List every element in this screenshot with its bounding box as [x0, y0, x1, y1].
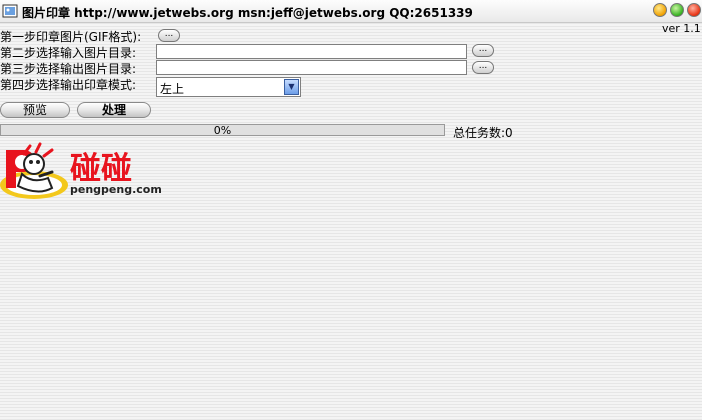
app-icon	[2, 4, 18, 18]
process-button[interactable]: 处理	[77, 102, 151, 118]
progress-bar: 0%	[0, 124, 445, 137]
step1-label: 第一步印章图片(GIF格式):	[0, 30, 142, 44]
minimize-button[interactable]	[653, 3, 667, 17]
stamp-image-browse-button[interactable]: ...	[158, 29, 180, 42]
output-dir-browse-button[interactable]: ...	[472, 61, 494, 74]
logo-chinese-text: 碰碰	[70, 151, 132, 187]
stamp-mode-value: 左上	[160, 82, 185, 96]
chevron-down-icon[interactable]: ▼	[284, 79, 299, 95]
step4-label: 第四步选择输出印章模式:	[0, 78, 137, 92]
version-label: ver 1.1	[662, 22, 701, 35]
step3-label: 第三步选择输出图片目录:	[0, 62, 137, 76]
logo-url-text: pengpeng.com	[70, 183, 162, 196]
input-dir-field[interactable]	[156, 44, 467, 59]
input-dir-browse-button[interactable]: ...	[472, 44, 494, 57]
stamp-mode-select[interactable]: 左上 ▼	[156, 77, 301, 97]
title-bar: 图片印章 http://www.jetwebs.org msn:jeff@jet…	[0, 0, 702, 23]
close-button[interactable]	[687, 3, 701, 17]
window-title: 图片印章 http://www.jetwebs.org msn:jeff@jet…	[22, 6, 473, 20]
total-tasks-label: 总任务数:0	[453, 126, 513, 140]
progress-percent: 0%	[213, 124, 232, 137]
preview-button[interactable]: 预览	[0, 102, 70, 118]
maximize-button[interactable]	[670, 3, 684, 17]
output-dir-field[interactable]	[156, 60, 467, 75]
step2-label: 第二步选择输入图片目录:	[0, 46, 137, 60]
